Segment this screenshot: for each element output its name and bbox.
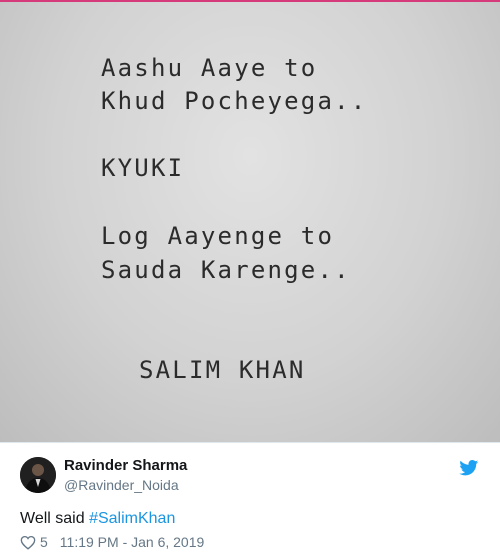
tweet-text-prefix: Well said [20,510,90,527]
heart-icon[interactable] [20,535,36,550]
like-count[interactable]: 5 [40,534,48,550]
hashtag-link[interactable]: #SalimKhan [89,510,175,527]
quote-line: KYUKI [101,154,185,182]
display-name[interactable]: Ravinder Sharma [64,457,187,474]
tweet-text: Well said #SalimKhan [20,510,175,528]
tweet-timestamp[interactable]: 11:19 PM - Jan 6, 2019 [60,534,205,550]
quote-line: Aashu Aaye to [101,54,318,82]
user-handle[interactable]: @Ravinder_Noida [64,477,179,493]
avatar[interactable] [20,457,56,493]
card-divider [0,442,500,443]
quote-author: SALIM KHAN [139,356,306,384]
quote-line: Khud Pocheyega.. [101,87,368,115]
quote-image[interactable]: Aashu Aaye to Khud Pocheyega.. KYUKI Log… [0,2,500,442]
tweet-meta: 5 11:19 PM - Jan 6, 2019 [20,534,204,550]
quote-line: Sauda Karenge.. [101,256,351,284]
quote-line: Log Aayenge to [101,222,335,250]
twitter-bird-icon[interactable] [459,460,479,476]
